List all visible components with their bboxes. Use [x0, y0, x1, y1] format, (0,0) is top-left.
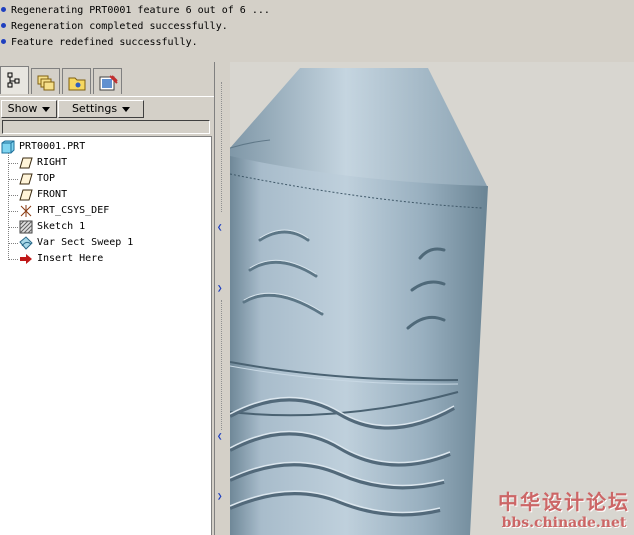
sketch-icon — [19, 220, 33, 234]
tree-connector — [8, 163, 18, 164]
settings-button[interactable]: Settings — [58, 100, 144, 118]
insert-arrow-icon — [20, 254, 32, 264]
splitter-grip — [221, 300, 224, 430]
part-icon — [1, 140, 15, 154]
watermark: 中华设计论坛 bbs.chinade.net — [498, 490, 630, 531]
message-area: Regenerating PRT0001 feature 6 out of 6 … — [0, 0, 634, 63]
message-line: Feature redefined successfully. — [0, 35, 198, 51]
chevron-down-icon — [122, 106, 131, 112]
collapse-left-icon[interactable]: ❮ — [217, 433, 223, 442]
show-button[interactable]: Show — [1, 100, 57, 118]
tree-connector — [8, 179, 18, 180]
model-tree: PRT0001.PRT RIGHT TOP FRONT PRT_CSYS_DEF — [0, 136, 212, 535]
chevron-down-icon — [42, 106, 51, 112]
datum-plane-icon — [19, 157, 33, 169]
layers-icon — [37, 75, 55, 91]
tab-model-tree[interactable] — [0, 66, 29, 94]
tab-folder-browser[interactable] — [62, 68, 91, 94]
cylinder-body — [230, 156, 488, 535]
graphics-viewport[interactable]: 中华设计论坛 bbs.chinade.net — [230, 62, 634, 535]
model-tree-icon — [7, 72, 20, 88]
tab-favorites[interactable] — [93, 68, 122, 94]
tree-connector — [8, 211, 18, 212]
sweep-icon — [19, 236, 33, 250]
tree-connector — [8, 195, 18, 196]
tree-connector — [8, 243, 18, 244]
datum-plane-icon — [19, 173, 33, 185]
coordinate-system-icon — [20, 205, 32, 217]
navigator-panel: Show Settings PRT0001.PRT RIGHT TOP FRON… — [0, 62, 214, 535]
3d-model — [230, 68, 488, 535]
expand-right-icon[interactable]: ❯ — [217, 493, 223, 502]
tree-filter-field[interactable] — [2, 120, 210, 134]
info-bullet-icon — [1, 23, 6, 28]
info-bullet-icon — [1, 7, 6, 12]
folder-browser-icon — [68, 77, 86, 91]
datum-plane-icon — [19, 189, 33, 201]
message-line: Regenerating PRT0001 feature 6 out of 6 … — [0, 3, 270, 19]
expand-right-icon[interactable]: ❯ — [217, 285, 223, 294]
collapse-left-icon[interactable]: ❮ — [217, 224, 223, 233]
navigator-toolbar: Show Settings — [0, 96, 214, 119]
panel-splitter[interactable]: ❮ ❯ ❮ ❯ — [214, 62, 230, 535]
splitter-grip — [221, 82, 224, 212]
tab-layers[interactable] — [31, 68, 60, 94]
tree-connector — [8, 227, 18, 228]
message-line: Regeneration completed successfully. — [0, 19, 228, 35]
tree-connector — [8, 259, 18, 260]
favorites-icon — [99, 75, 118, 91]
info-bullet-icon — [1, 39, 6, 44]
